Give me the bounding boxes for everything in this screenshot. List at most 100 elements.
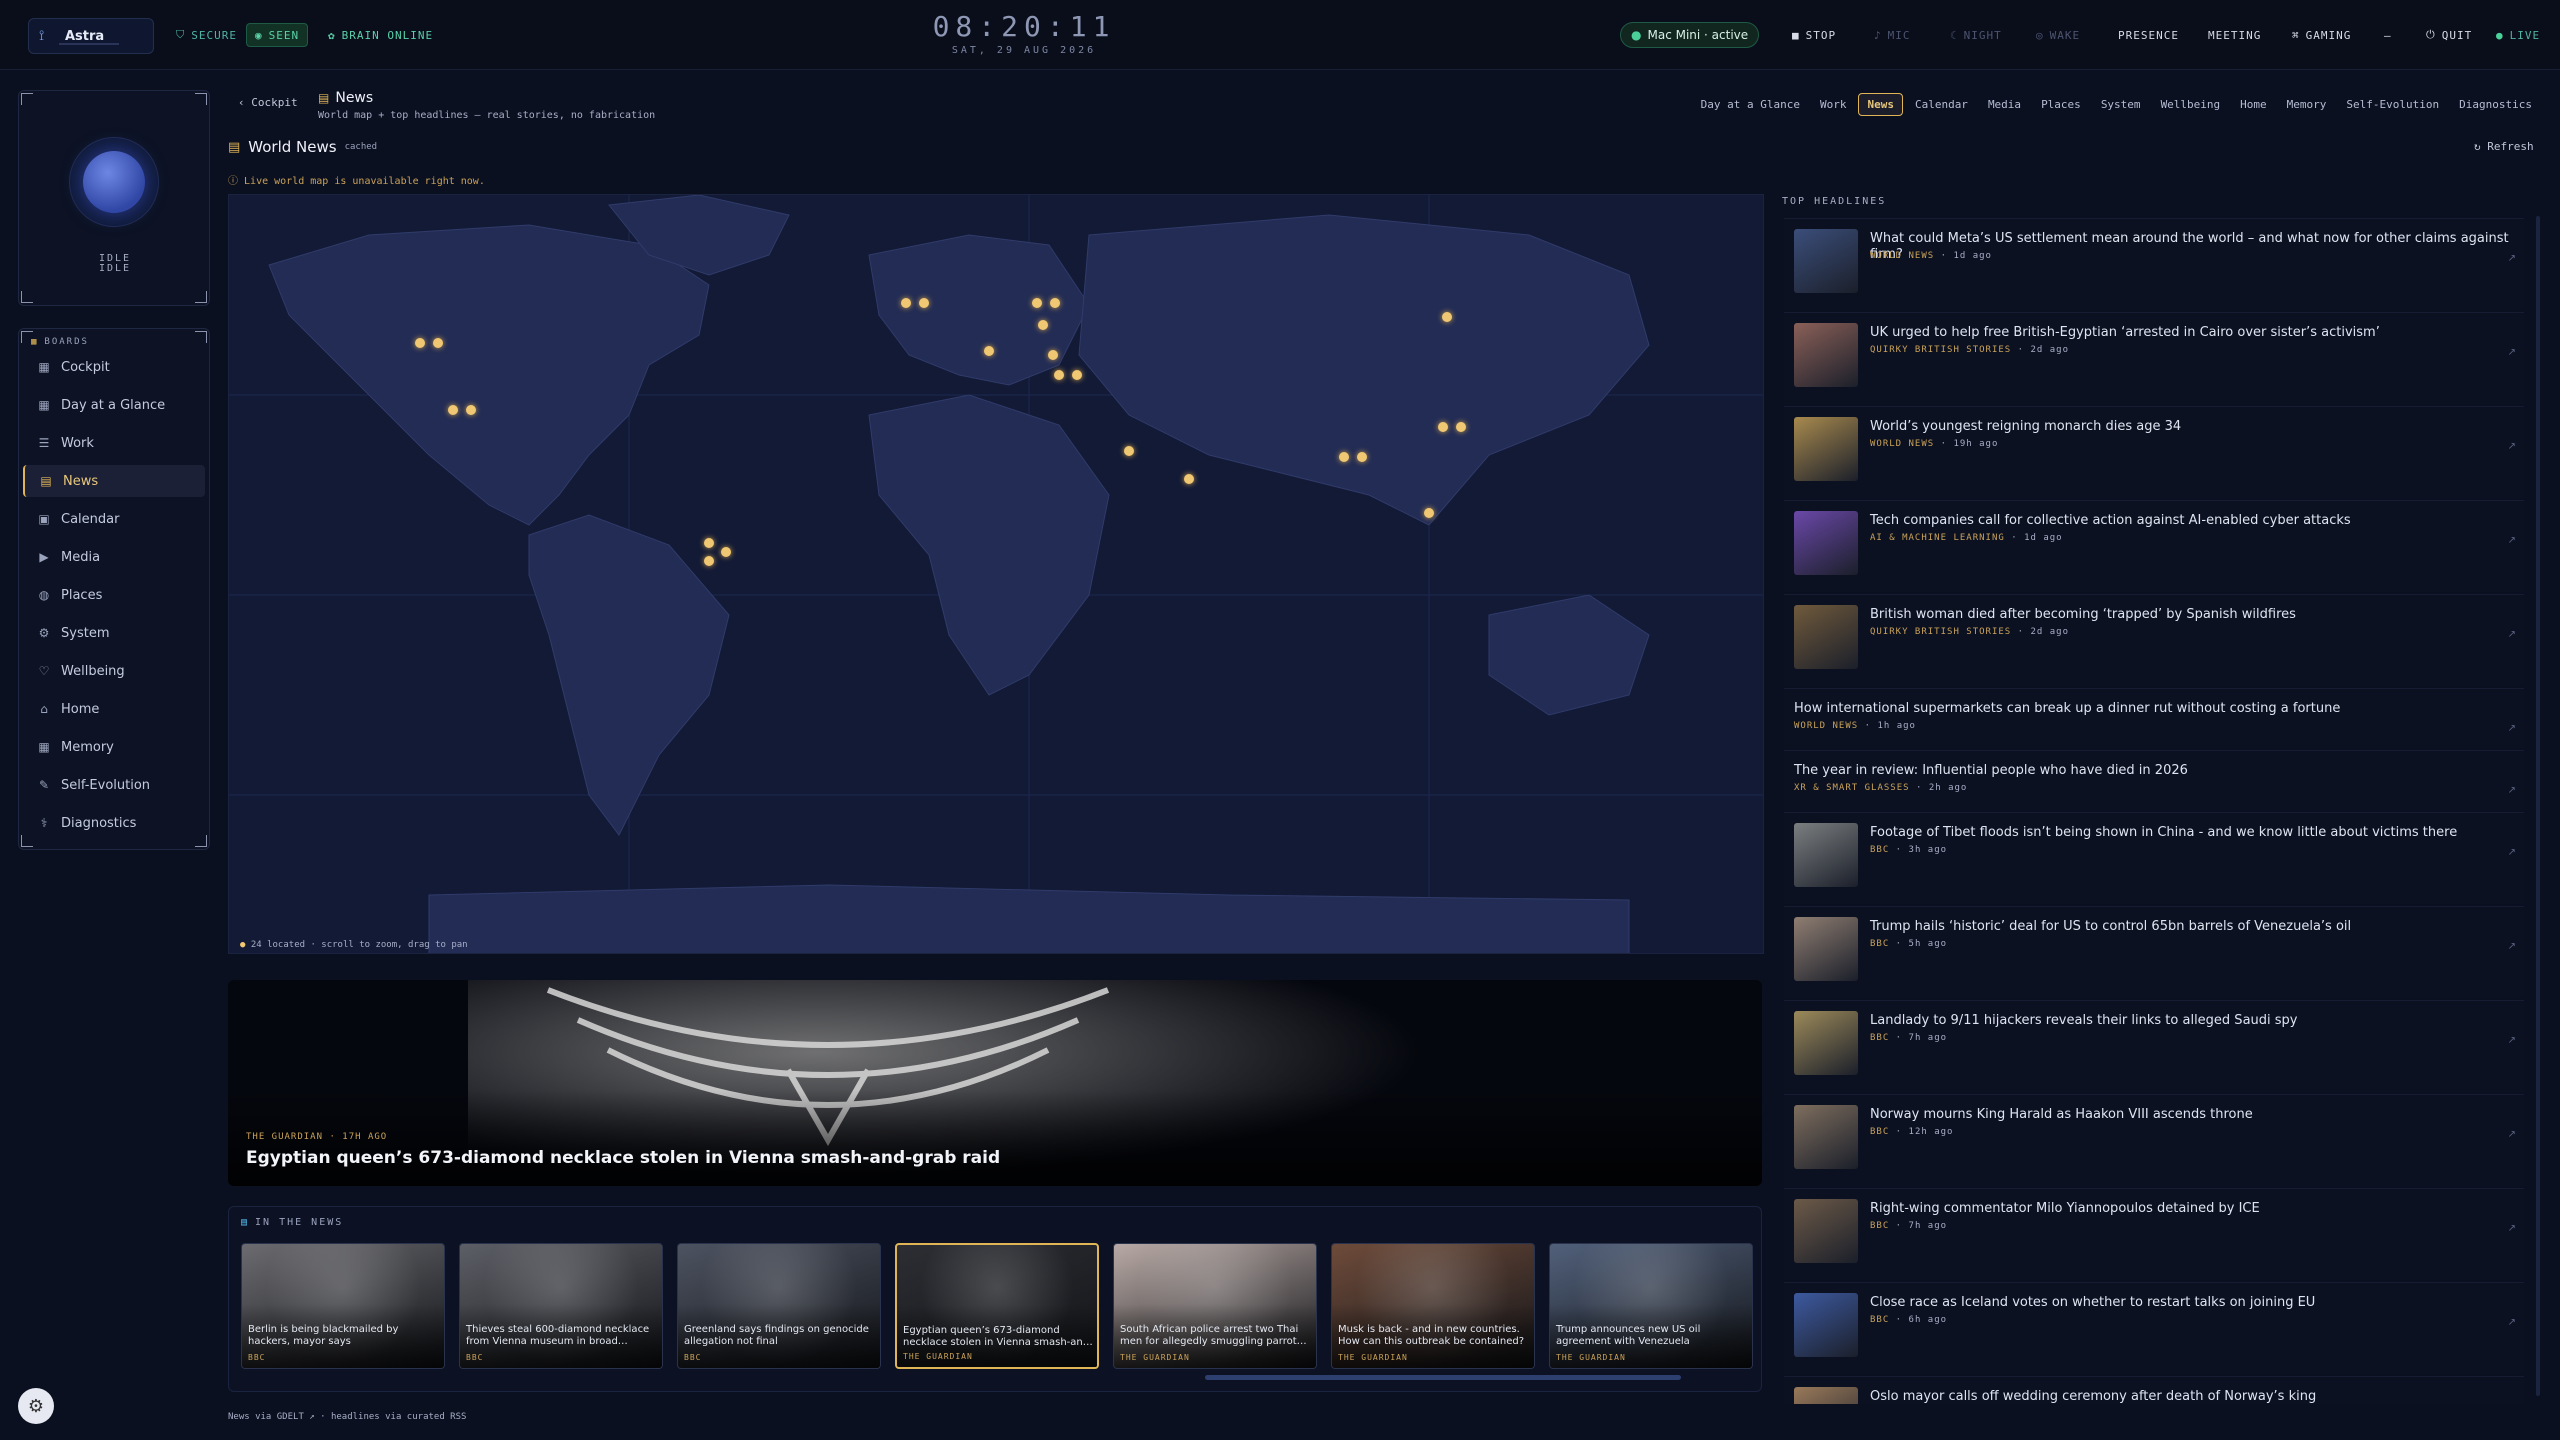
external-link-icon[interactable]: ↗: [2508, 1035, 2516, 1046]
tab-system[interactable]: System: [2093, 94, 2149, 115]
external-link-icon[interactable]: ↗: [2508, 441, 2516, 452]
tab-diagnostics[interactable]: Diagnostics: [2451, 94, 2540, 115]
map-marker[interactable]: [448, 405, 458, 415]
map-marker[interactable]: [1357, 452, 1367, 462]
external-link-icon[interactable]: ↗: [2508, 847, 2516, 858]
external-link-icon[interactable]: ↗: [2508, 535, 2516, 546]
tab-home[interactable]: Home: [2232, 94, 2275, 115]
tab-day-at-a-glance[interactable]: Day at a Glance: [1693, 94, 1808, 115]
wake-button[interactable]: ◎ WAKE: [2036, 24, 2080, 46]
assistant-orb[interactable]: [69, 137, 159, 227]
headline-item[interactable]: Tech companies call for collective actio…: [1784, 500, 2524, 592]
map-marker[interactable]: [433, 338, 443, 348]
meeting-button[interactable]: MEETING: [2208, 24, 2261, 46]
night-button[interactable]: ☾ NIGHT: [1950, 24, 2002, 46]
headlines-scrollbar[interactable]: [2536, 216, 2540, 1396]
mic-button[interactable]: ♪ MIC: [1874, 24, 1911, 46]
map-marker[interactable]: [1124, 446, 1134, 456]
sidebar-item-day-at-a-glance[interactable]: ▦ Day at a Glance: [23, 389, 205, 421]
map-marker[interactable]: [1456, 422, 1466, 432]
external-link-icon[interactable]: ↗: [2508, 1129, 2516, 1140]
map-marker[interactable]: [704, 556, 714, 566]
map-marker[interactable]: [1048, 350, 1058, 360]
external-link-icon[interactable]: ↗: [2508, 941, 2516, 952]
map-marker[interactable]: [1339, 452, 1349, 462]
headline-item[interactable]: Close race as Iceland votes on whether t…: [1784, 1282, 2524, 1374]
featured-story[interactable]: THE GUARDIAN · 17H AGO Egyptian queen’s …: [228, 980, 1762, 1186]
map-marker[interactable]: [1424, 508, 1434, 518]
tab-places[interactable]: Places: [2033, 94, 2089, 115]
tab-news[interactable]: News: [1858, 93, 1903, 116]
brand[interactable]: ⟟ Astra: [28, 18, 154, 54]
quit-button[interactable]: ⏻ QUIT: [2426, 24, 2472, 46]
news-card[interactable]: South African police arrest two Thai men…: [1113, 1243, 1317, 1369]
tab-calendar[interactable]: Calendar: [1907, 94, 1976, 115]
sidebar-item-calendar[interactable]: ▣ Calendar: [23, 503, 205, 535]
news-card[interactable]: Greenland says findings on genocide alle…: [677, 1243, 881, 1369]
map-marker[interactable]: [901, 298, 911, 308]
headline-item[interactable]: World’s youngest reigning monarch dies a…: [1784, 406, 2524, 498]
map-marker[interactable]: [1442, 312, 1452, 322]
sidebar-item-wellbeing[interactable]: ♡ Wellbeing: [23, 655, 205, 687]
tab-wellbeing[interactable]: Wellbeing: [2153, 94, 2229, 115]
map-marker[interactable]: [1184, 474, 1194, 484]
refresh-button[interactable]: ↻ Refresh: [2474, 140, 2534, 153]
minimize-button[interactable]: —: [2384, 24, 2392, 46]
headline-item[interactable]: What could Meta’s US settlement mean aro…: [1784, 218, 2524, 310]
map-marker[interactable]: [1032, 298, 1042, 308]
headline-item[interactable]: Footage of Tibet floods isn’t being show…: [1784, 812, 2524, 904]
hero-headline[interactable]: Egyptian queen’s 673-diamond necklace st…: [246, 1148, 1000, 1168]
presence-button[interactable]: PRESENCE: [2118, 24, 2179, 46]
settings-gear-button[interactable]: ⚙: [18, 1388, 54, 1424]
headline-item[interactable]: How international supermarkets can break…: [1784, 688, 2524, 748]
back-to-cockpit-link[interactable]: ‹ Cockpit: [238, 96, 298, 109]
external-link-icon[interactable]: ↗: [2508, 629, 2516, 640]
map-marker[interactable]: [415, 338, 425, 348]
tab-self-evolution[interactable]: Self-Evolution: [2338, 94, 2447, 115]
news-card[interactable]: Egyptian queen’s 673-diamond necklace st…: [895, 1243, 1099, 1369]
stop-button[interactable]: ■ STOP: [1792, 24, 1836, 46]
news-card[interactable]: Berlin is being blackmailed by hackers, …: [241, 1243, 445, 1369]
map-marker[interactable]: [466, 405, 476, 415]
external-link-icon[interactable]: ↗: [2508, 723, 2516, 734]
sidebar-item-media[interactable]: ▶ Media: [23, 541, 205, 573]
world-map[interactable]: [228, 194, 1764, 954]
headline-item[interactable]: Trump hails ‘historic’ deal for US to co…: [1784, 906, 2524, 998]
sidebar-item-memory[interactable]: ▦ Memory: [23, 731, 205, 763]
map-marker[interactable]: [1438, 422, 1448, 432]
sidebar-item-home[interactable]: ⌂ Home: [23, 693, 205, 725]
sidebar-item-cockpit[interactable]: ▦ Cockpit: [23, 351, 205, 383]
sidebar-item-places[interactable]: ◍ Places: [23, 579, 205, 611]
sidebar-item-system[interactable]: ⚙ System: [23, 617, 205, 649]
external-link-icon[interactable]: ↗: [2508, 785, 2516, 796]
map-marker[interactable]: [919, 298, 929, 308]
sidebar-item-work[interactable]: ☰ Work: [23, 427, 205, 459]
map-marker[interactable]: [1038, 320, 1048, 330]
seen-status[interactable]: ◉ SEEN: [246, 23, 309, 47]
horizontal-scrollbar[interactable]: [1205, 1375, 1681, 1380]
sidebar-item-diagnostics[interactable]: ⚕ Diagnostics: [23, 807, 205, 839]
tab-memory[interactable]: Memory: [2279, 94, 2335, 115]
external-link-icon[interactable]: ↗: [2508, 1317, 2516, 1328]
tab-media[interactable]: Media: [1980, 94, 2029, 115]
headline-item[interactable]: Norway mourns King Harald as Haakon VIII…: [1784, 1094, 2524, 1186]
map-marker[interactable]: [1054, 370, 1064, 380]
news-card[interactable]: Musk is back - and in new countries. How…: [1331, 1243, 1535, 1369]
device-status[interactable]: ● Mac Mini · active: [1620, 22, 1760, 48]
headline-item[interactable]: Right-wing commentator Milo Yiannopoulos…: [1784, 1188, 2524, 1280]
external-link-icon[interactable]: ↗: [2508, 347, 2516, 358]
gaming-button[interactable]: ⌘ GAMING: [2292, 24, 2351, 46]
map-marker[interactable]: [721, 547, 731, 557]
sidebar-item-news[interactable]: ▤ News: [23, 465, 205, 497]
external-link-icon[interactable]: ↗: [2508, 1223, 2516, 1234]
map-marker[interactable]: [984, 346, 994, 356]
news-card[interactable]: Trump announces new US oil agreement wit…: [1549, 1243, 1753, 1369]
news-card[interactable]: Thieves steal 600-diamond necklace from …: [459, 1243, 663, 1369]
headline-item[interactable]: UK urged to help free British-Egyptian ‘…: [1784, 312, 2524, 404]
sidebar-item-self-evolution[interactable]: ✎ Self-Evolution: [23, 769, 205, 801]
headline-item[interactable]: British woman died after becoming ‘trapp…: [1784, 594, 2524, 686]
headline-item[interactable]: Oslo mayor calls off wedding ceremony af…: [1784, 1376, 2524, 1404]
map-marker[interactable]: [704, 538, 714, 548]
map-marker[interactable]: [1072, 370, 1082, 380]
external-link-icon[interactable]: ↗: [2508, 253, 2516, 264]
